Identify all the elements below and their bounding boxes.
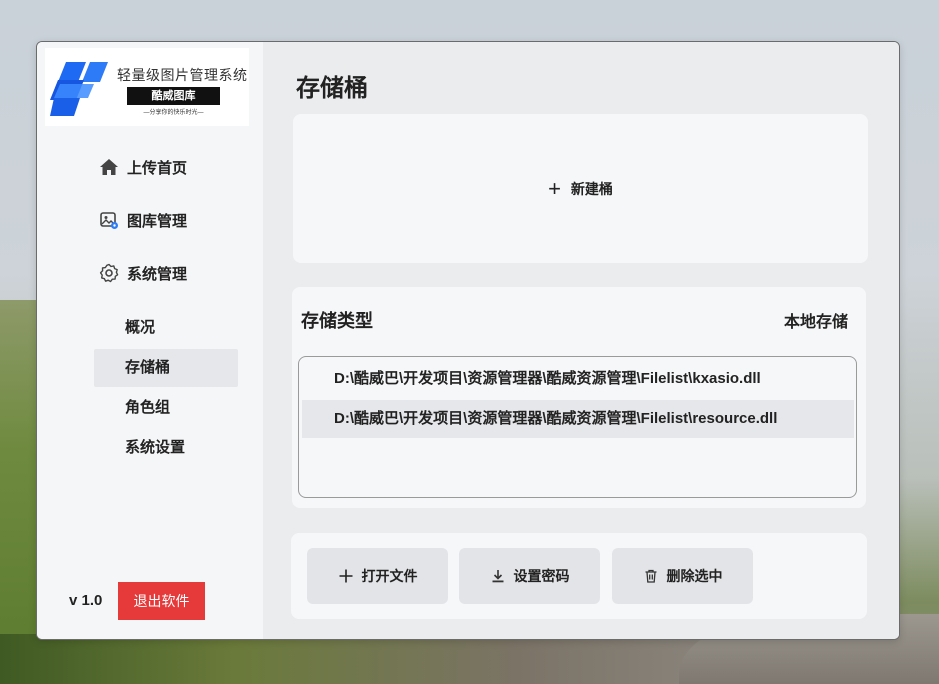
logo-slogan: —分享你的快乐时光— xyxy=(143,110,204,116)
nav-item-system-management[interactable]: 系统管理 xyxy=(99,262,187,284)
set-password-button[interactable]: 设置密码 xyxy=(459,548,600,604)
plus-icon xyxy=(339,569,352,583)
gear-icon xyxy=(99,263,119,283)
new-bucket-button[interactable]: + 新建桶 xyxy=(293,114,868,263)
main-panel: 存储桶 + 新建桶 存储类型 本地存储 D:\酷威巴\开发项目\资源管理器\酷威… xyxy=(263,42,899,639)
sidebar: 轻量级图片管理系统 酷威图库 —分享你的快乐时光— 上传首页 图库管理 系统管理… xyxy=(37,42,263,639)
open-file-label: 打开文件 xyxy=(361,568,418,584)
file-list[interactable]: D:\酷威巴\开发项目\资源管理器\酷威资源管理\Filelist\kxasio… xyxy=(298,356,857,498)
delete-selected-button[interactable]: 删除选中 xyxy=(612,548,753,604)
list-item[interactable]: D:\酷威巴\开发项目\资源管理器\酷威资源管理\Filelist\kxasio… xyxy=(302,360,854,398)
nav-item-gallery[interactable]: 图库管理 xyxy=(99,209,187,231)
logo-title: 轻量级图片管理系统 xyxy=(117,67,248,83)
nav-item-upload-home[interactable]: 上传首页 xyxy=(99,156,187,178)
trash-icon xyxy=(645,569,656,583)
nav-item-label: 上传首页 xyxy=(127,159,188,177)
storage-type-value[interactable]: 本地存储 xyxy=(784,308,848,332)
storage-type-label: 存储类型 xyxy=(301,311,373,331)
sub-item-system-settings[interactable]: 系统设置 xyxy=(94,429,238,467)
plus-icon: + xyxy=(548,175,561,201)
list-item[interactable]: D:\酷威巴\开发项目\资源管理器\酷威资源管理\Filelist\resour… xyxy=(302,400,854,438)
logo: 轻量级图片管理系统 酷威图库 —分享你的快乐时光— xyxy=(45,48,249,126)
nav-item-label: 图库管理 xyxy=(127,212,188,230)
action-bar: 打开文件 设置密码 删除选中 xyxy=(291,533,867,619)
logo-mark-icon xyxy=(50,62,108,116)
delete-selected-label: 删除选中 xyxy=(666,568,723,584)
gallery-icon xyxy=(100,212,118,229)
home-icon xyxy=(100,159,118,175)
download-icon xyxy=(492,570,503,583)
page-title: 存储桶 xyxy=(296,75,368,102)
set-password-label: 设置密码 xyxy=(513,568,570,584)
open-file-button[interactable]: 打开文件 xyxy=(307,548,448,604)
version-label: v 1.0 xyxy=(69,592,103,609)
app-window: 轻量级图片管理系统 酷威图库 —分享你的快乐时光— 上传首页 图库管理 系统管理… xyxy=(36,41,900,640)
sub-item-role-group[interactable]: 角色组 xyxy=(94,389,238,427)
new-bucket-label: 新建桶 xyxy=(570,180,613,197)
sub-item-overview[interactable]: 概况 xyxy=(94,309,238,347)
exit-button[interactable]: 退出软件 xyxy=(118,582,205,620)
sub-item-storage-bucket[interactable]: 存储桶 xyxy=(94,349,238,387)
storage-card: 存储类型 本地存储 D:\酷威巴\开发项目\资源管理器\酷威资源管理\Filel… xyxy=(292,287,866,508)
logo-badge: 酷威图库 xyxy=(127,87,220,105)
nav-item-label: 系统管理 xyxy=(127,265,188,283)
